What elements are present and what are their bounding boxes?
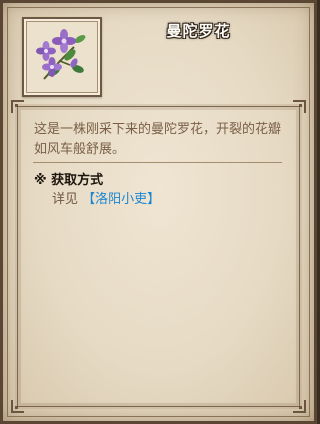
acquisition-prefix: 详见 bbox=[52, 192, 79, 207]
corner-ornament-icon bbox=[11, 399, 25, 413]
corner-ornament-icon bbox=[292, 100, 306, 114]
acquisition-source: 详见 【洛阳小吏】 bbox=[52, 188, 160, 207]
item-description: 这是一株刚采下来的曼陀罗花，开裂的花瓣如风车般舒展。 bbox=[34, 122, 282, 157]
item-icon-slot bbox=[22, 17, 102, 97]
corner-ornament-icon bbox=[11, 100, 25, 114]
npc-link[interactable]: 【洛阳小吏】 bbox=[82, 192, 160, 207]
item-title: 曼陀罗花 bbox=[166, 22, 231, 40]
mandala-flower-icon bbox=[36, 29, 86, 80]
item-tooltip-panel: 曼陀罗花 这是一株刚采下来的曼陀罗花，开裂的花瓣如风车般舒展。 ※ 获取方式 详… bbox=[0, 0, 317, 424]
acquisition-heading: ※ 获取方式 bbox=[34, 173, 104, 188]
corner-ornament-icon bbox=[292, 399, 306, 413]
divider bbox=[33, 162, 282, 163]
